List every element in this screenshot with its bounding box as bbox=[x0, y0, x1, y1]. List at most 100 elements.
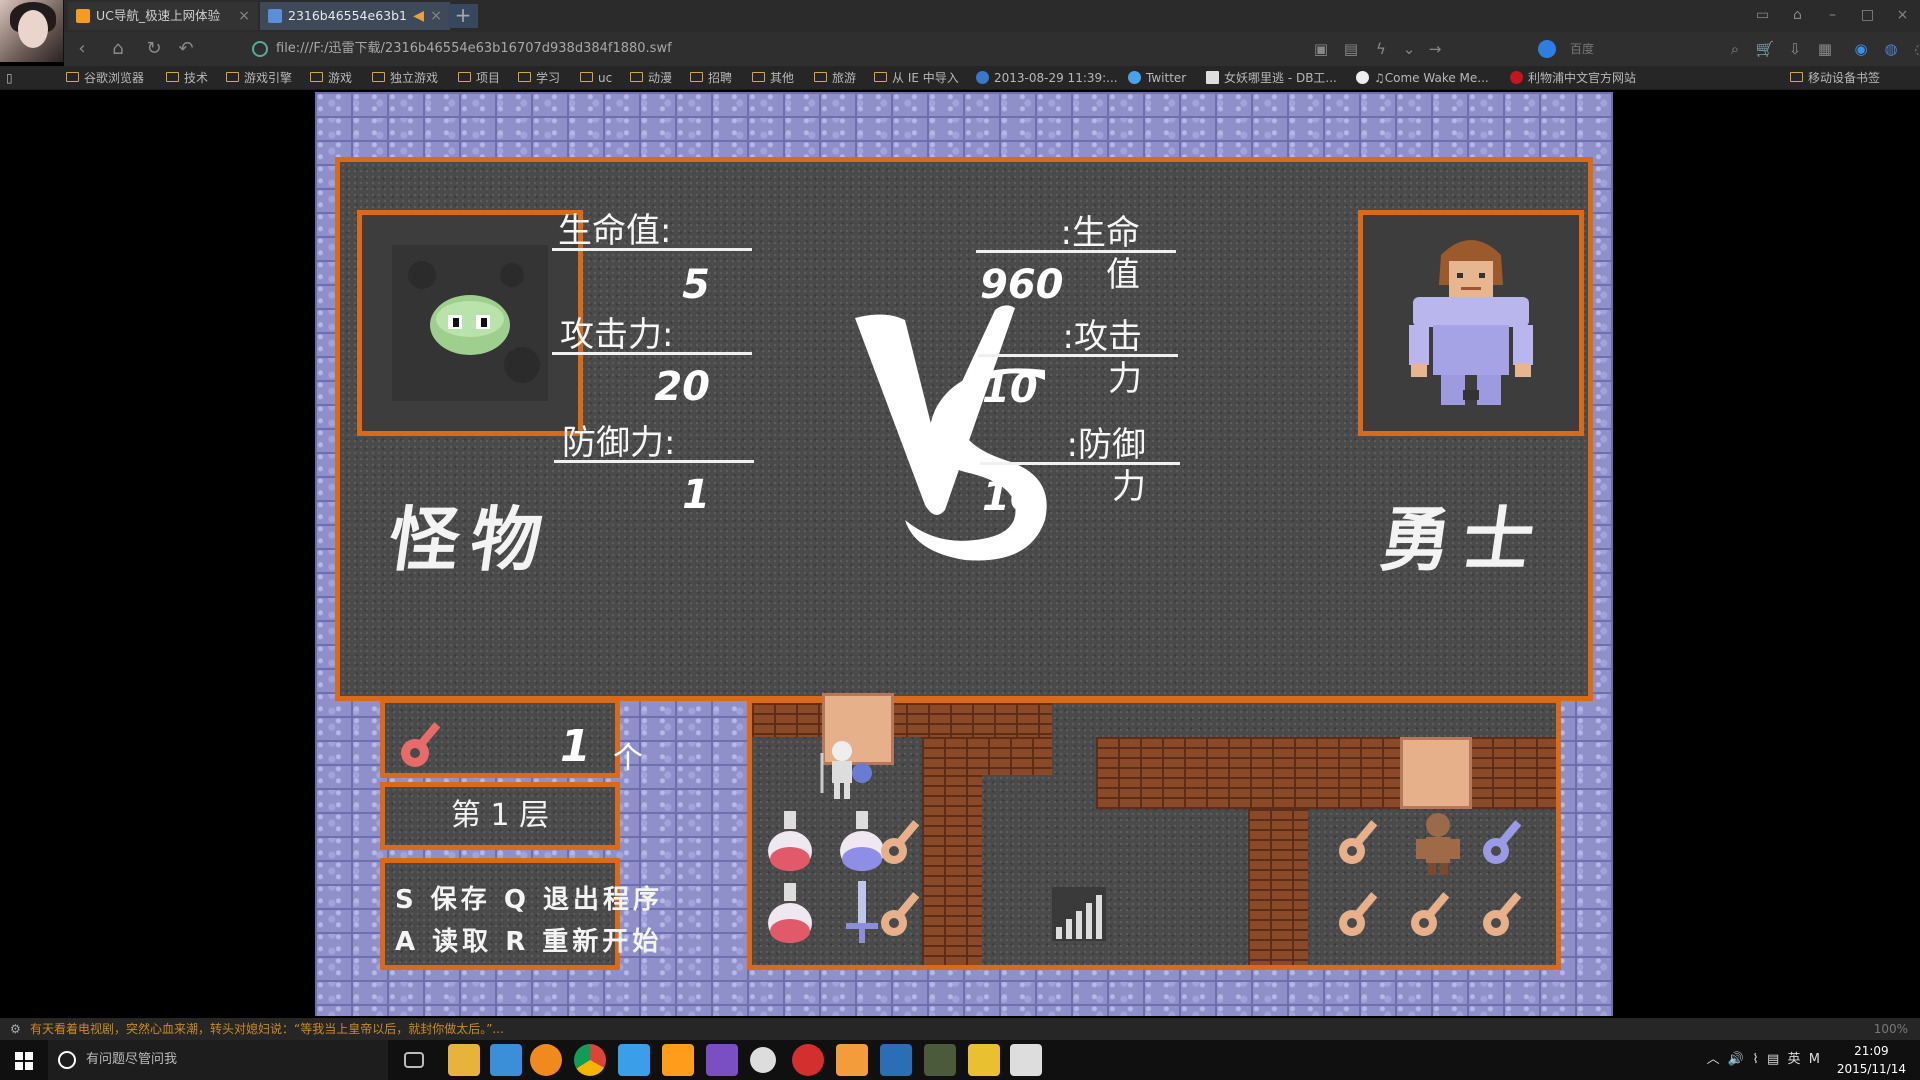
ime-indicator[interactable]: 英 bbox=[1788, 1052, 1801, 1067]
unity-icon[interactable] bbox=[750, 1047, 776, 1073]
sidebar-toggle-icon[interactable]: ▭ bbox=[1745, 0, 1780, 30]
task-view-icon[interactable] bbox=[404, 1052, 424, 1068]
network-icon[interactable]: ⌇ bbox=[1752, 1052, 1758, 1067]
yellow-key-icon[interactable] bbox=[872, 877, 944, 949]
bookmark-folder[interactable]: 招聘 bbox=[690, 66, 732, 90]
door-icon[interactable] bbox=[1400, 737, 1472, 809]
notification-icon[interactable]: ▤ bbox=[1767, 1052, 1779, 1067]
apps-icon[interactable]: ▦ bbox=[1814, 38, 1836, 60]
close-window-icon[interactable]: × bbox=[1885, 0, 1920, 30]
dropdown-icon[interactable]: ⌄ bbox=[1398, 38, 1420, 60]
yellow-key-icon[interactable] bbox=[1474, 877, 1546, 949]
yellow-key-icon[interactable] bbox=[872, 805, 944, 877]
bookmark-link[interactable]: 女妖哪里逃 - DB工... bbox=[1206, 66, 1337, 90]
gear-icon[interactable]: ⚙ bbox=[10, 1018, 21, 1040]
red-potion-icon[interactable] bbox=[754, 805, 826, 877]
bookmark-label: 旅游 bbox=[832, 71, 857, 85]
skeleton-icon[interactable] bbox=[812, 733, 884, 805]
bookmark-folder[interactable]: 谷歌浏览器 bbox=[66, 66, 144, 90]
tab-uc-nav[interactable]: UC导航_极速上网体验 × bbox=[68, 2, 258, 30]
cart-icon[interactable]: 🛒 bbox=[1754, 38, 1776, 60]
cortana-search-input[interactable]: 有问题尽管问我 bbox=[48, 1040, 388, 1080]
bookmark-link[interactable]: 利物浦中文官方网站 bbox=[1510, 66, 1636, 90]
clock-time: 21:09 bbox=[1854, 1044, 1889, 1058]
blue-key-icon[interactable] bbox=[1474, 805, 1546, 877]
bookmark-folder[interactable]: 从 IE 中导入 bbox=[874, 66, 959, 90]
refresh-icon[interactable]: ↻ bbox=[142, 38, 166, 60]
back-icon[interactable]: ‹ bbox=[70, 38, 94, 60]
new-tab-button[interactable]: + bbox=[448, 4, 478, 28]
bookmark-label: 游戏 bbox=[328, 71, 353, 85]
bookmark-folder[interactable]: 游戏引擎 bbox=[226, 66, 292, 90]
speedup-icon[interactable]: ϟ bbox=[1370, 38, 1392, 60]
undo-close-icon[interactable]: ↶ bbox=[174, 38, 198, 60]
visual-studio-icon[interactable] bbox=[706, 1044, 738, 1076]
search-input[interactable]: 百度 bbox=[1534, 37, 1714, 61]
download-icon[interactable]: ⇩ bbox=[1784, 38, 1806, 60]
user-avatar[interactable] bbox=[0, 0, 64, 62]
network-app-icon[interactable] bbox=[618, 1044, 650, 1076]
yellow-key-icon[interactable] bbox=[1330, 805, 1402, 877]
bookmark-folder[interactable]: 旅游 bbox=[814, 66, 856, 90]
tray-chevron-icon[interactable]: ︿ bbox=[1707, 1052, 1720, 1067]
bookmark-folder[interactable]: 技术 bbox=[166, 66, 208, 90]
bird-app-icon[interactable] bbox=[490, 1044, 522, 1076]
bookmark-folder[interactable]: 其他 bbox=[752, 66, 794, 90]
bookmark-folder[interactable]: 游戏 bbox=[310, 66, 352, 90]
zoom-level[interactable]: 100% bbox=[1874, 1018, 1908, 1040]
game-app-icon[interactable] bbox=[924, 1044, 956, 1076]
hero-atk-value: 10 bbox=[982, 366, 1038, 412]
help-app-icon[interactable] bbox=[968, 1044, 1000, 1076]
translate-icon[interactable]: ◍ bbox=[1880, 38, 1902, 60]
minimize-icon[interactable]: – bbox=[1815, 0, 1850, 30]
reader-icon[interactable]: ▤ bbox=[1340, 38, 1362, 60]
bookmark-panel-icon[interactable]: ▯ bbox=[6, 66, 13, 90]
game-canvas[interactable]: 怪物 生命值: 5 攻击力: 20 防御力: 1 :生命值 960 :攻击力 1… bbox=[315, 92, 1613, 1016]
start-button[interactable] bbox=[0, 1040, 48, 1080]
key-counter-panel: 1 个 bbox=[380, 698, 643, 778]
news-ticker[interactable]: 有天看着电视剧，突然心血来潮，转头对媳妇说：“等我当上皇帝以后，就封你做太后。”… bbox=[30, 1022, 504, 1036]
bookmark-folder[interactable]: 独立游戏 bbox=[372, 66, 438, 90]
skin-icon[interactable]: ⌂ bbox=[1780, 0, 1815, 30]
monster-hp-label: 生命值: bbox=[558, 211, 672, 251]
bookmark-folder[interactable]: 动漫 bbox=[630, 66, 672, 90]
search-icon[interactable]: ⌕ bbox=[1724, 38, 1746, 60]
home-icon[interactable]: ⌂ bbox=[106, 38, 130, 60]
bookmark-folder[interactable]: 项目 bbox=[458, 66, 500, 90]
red-potion-icon[interactable] bbox=[754, 877, 826, 949]
photos-icon[interactable] bbox=[1010, 1044, 1042, 1076]
browser-app-icon[interactable] bbox=[880, 1044, 912, 1076]
bookmark-link[interactable]: 2013-08-29 11:39:... bbox=[976, 66, 1118, 90]
bookmark-link[interactable]: Twitter bbox=[1128, 66, 1186, 90]
chrome-icon[interactable] bbox=[574, 1044, 606, 1076]
ime-mode-icon[interactable]: M bbox=[1809, 1052, 1820, 1067]
close-icon[interactable]: × bbox=[430, 2, 442, 30]
map-panel[interactable] bbox=[747, 693, 1561, 970]
monster-def-value: 1 bbox=[682, 472, 710, 518]
menu-icon[interactable]: ◌ bbox=[1910, 38, 1920, 60]
yellow-key-icon[interactable] bbox=[1330, 877, 1402, 949]
clock[interactable]: 21:09 2015/11/14 bbox=[1837, 1042, 1906, 1078]
file-explorer-icon[interactable] bbox=[448, 1044, 480, 1076]
bookmark-link[interactable]: ♫Come Wake Me... bbox=[1356, 66, 1489, 90]
maximize-icon[interactable]: □ bbox=[1850, 0, 1885, 30]
volume-icon[interactable]: 🔊 bbox=[1728, 1052, 1744, 1067]
stairs-up-icon[interactable] bbox=[1042, 877, 1114, 949]
screenshot-icon[interactable]: ▣ bbox=[1310, 38, 1332, 60]
bookmark-folder[interactable]: 移动设备书签 bbox=[1790, 66, 1880, 90]
site-info-icon[interactable] bbox=[252, 41, 268, 57]
tool-app-icon[interactable] bbox=[836, 1044, 868, 1076]
uc-browser-icon[interactable] bbox=[530, 1044, 562, 1076]
audio-icon[interactable]: ◀ bbox=[413, 2, 424, 30]
netease-music-icon[interactable] bbox=[792, 1044, 824, 1076]
tab-swf[interactable]: 2316b46554e63b1 ◀ × bbox=[260, 2, 450, 30]
yellow-key-icon[interactable] bbox=[1402, 877, 1474, 949]
bookmark-folder[interactable]: uc bbox=[580, 66, 612, 90]
guard-npc-icon[interactable] bbox=[1402, 805, 1474, 877]
forward-icon[interactable]: → bbox=[1424, 38, 1446, 60]
cloud-icon[interactable]: ◉ bbox=[1850, 38, 1872, 60]
bookmark-folder[interactable]: 学习 bbox=[518, 66, 560, 90]
close-icon[interactable]: × bbox=[238, 2, 250, 30]
bookmark-label: 独立游戏 bbox=[390, 71, 439, 85]
sublime-icon[interactable] bbox=[662, 1044, 694, 1076]
